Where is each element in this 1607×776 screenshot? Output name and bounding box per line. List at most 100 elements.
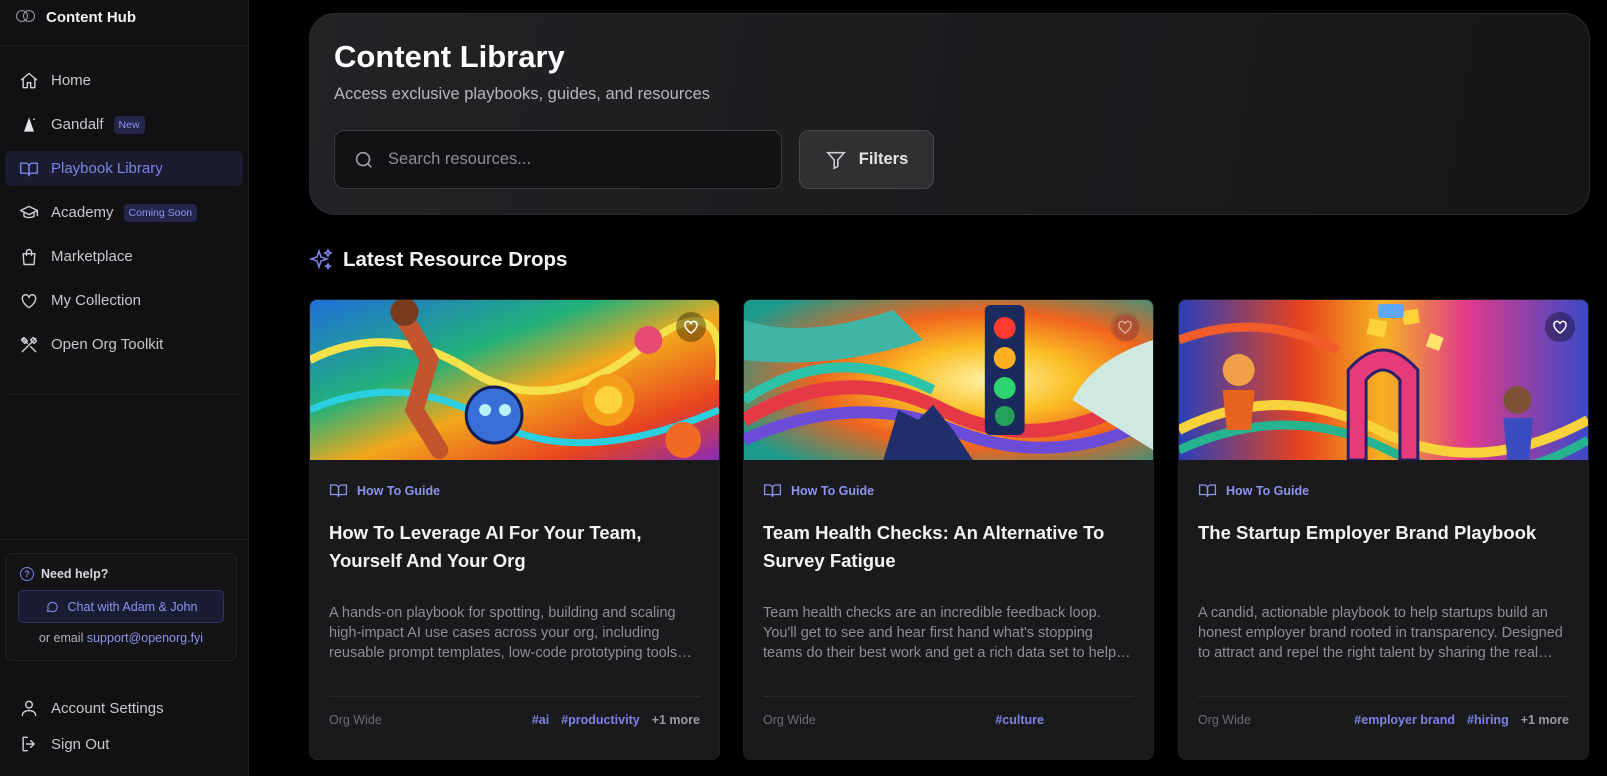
sidebar-item-label: Account Settings — [51, 699, 164, 717]
more-tags[interactable]: +1 more — [652, 713, 700, 727]
card-footer: Org Wide #ai #productivity +1 more — [329, 713, 700, 727]
resource-type: How To Guide — [329, 481, 719, 500]
sidebar-item-account-settings[interactable]: Account Settings — [5, 690, 237, 726]
divider — [329, 696, 700, 697]
support-email-link[interactable]: support@openorg.fyi — [87, 631, 203, 645]
heart-icon — [684, 320, 698, 334]
sidebar-item-academy[interactable]: Academy Coming Soon — [5, 195, 243, 230]
tag[interactable]: #employer brand — [1354, 713, 1455, 727]
favorite-button[interactable] — [1110, 312, 1140, 342]
book-open-icon — [763, 484, 782, 497]
tag[interactable]: #hiring — [1467, 713, 1509, 727]
heart-icon — [18, 290, 40, 312]
help-panel: ? Need help? Chat with Adam & John or em… — [5, 553, 237, 661]
question-icon: ? — [20, 567, 34, 581]
heart-icon — [1553, 320, 1567, 334]
search-input[interactable] — [388, 150, 758, 169]
shopping-bag-icon — [18, 246, 40, 268]
sidebar-item-label: Gandalf — [51, 116, 104, 133]
card-description: A hands-on playbook for spotting, buildi… — [329, 605, 678, 661]
chat-bubble-icon — [46, 601, 58, 612]
page-subtitle: Access exclusive playbooks, guides, and … — [334, 85, 711, 103]
filters-button[interactable]: Filters — [799, 130, 934, 189]
brand[interactable]: Content Hub — [0, 0, 248, 34]
search-box[interactable] — [334, 130, 782, 189]
filter-icon — [825, 151, 846, 170]
card-scope: Org Wide — [329, 713, 382, 727]
sidebar-item-label: Open Org Toolkit — [51, 336, 164, 353]
book-open-icon — [329, 484, 348, 497]
graduation-cap-icon — [18, 202, 40, 224]
sidebar-item-playbook-library[interactable]: Playbook Library — [5, 151, 243, 186]
card-illustration — [310, 300, 719, 460]
sidebar-item-label: Sign Out — [51, 735, 110, 753]
brand-name: Content Hub — [46, 8, 136, 26]
divider — [8, 394, 240, 395]
sidebar-bottom-nav: Account Settings Sign Out — [5, 690, 237, 762]
resource-type: How To Guide — [763, 481, 1153, 500]
logo-icon — [16, 10, 35, 24]
sidebar-item-label: Academy — [51, 204, 114, 221]
home-icon — [18, 70, 40, 92]
sidebar-item-label: Marketplace — [51, 248, 133, 265]
card-scope: Org Wide — [763, 713, 816, 727]
help-title: ? Need help? — [20, 567, 236, 581]
sidebar-nav: Home Gandalf New Playbook Library Academ… — [0, 46, 248, 362]
book-open-icon — [1198, 484, 1217, 497]
card-description: Team health checks are an incredible fee… — [763, 605, 1117, 661]
heart-icon — [1118, 320, 1132, 334]
card-illustration — [1179, 300, 1588, 460]
filters-label: Filters — [858, 150, 909, 168]
tag[interactable]: #productivity — [561, 713, 640, 727]
divider — [763, 696, 1134, 697]
resource-card[interactable]: How To Guide Team Health Checks: An Alte… — [743, 299, 1154, 760]
card-title[interactable]: How To Leverage AI For Your Team, Yourse… — [329, 519, 700, 575]
card-image — [1179, 300, 1588, 460]
sparkles-icon — [309, 248, 333, 271]
section-heading: Latest Resource Drops — [309, 248, 567, 272]
wizard-hat-icon — [18, 114, 40, 136]
page-title: Content Library — [334, 39, 565, 74]
favorite-button[interactable] — [676, 312, 706, 342]
sign-out-icon — [18, 733, 40, 755]
email-line: or email support@openorg.fyi — [38, 631, 204, 645]
card-scope: Org Wide — [1198, 713, 1251, 727]
chat-button[interactable]: Chat with Adam & John — [18, 590, 224, 623]
coming-soon-badge: Coming Soon — [123, 203, 198, 222]
resource-card[interactable]: How To Guide How To Leverage AI For Your… — [309, 299, 720, 760]
sidebar: Content Hub Home Gandalf New Playbook Li… — [0, 0, 249, 776]
new-badge: New — [113, 115, 145, 134]
card-illustration — [744, 300, 1153, 460]
resource-type: How To Guide — [1198, 481, 1588, 500]
tag[interactable]: #culture — [995, 713, 1044, 727]
sidebar-item-open-org-toolkit[interactable]: Open Org Toolkit — [5, 327, 243, 362]
resource-card[interactable]: How To Guide The Startup Employer Brand … — [1178, 299, 1589, 760]
sidebar-item-my-collection[interactable]: My Collection — [5, 283, 243, 318]
book-open-icon — [18, 158, 40, 180]
chat-button-label: Chat with Adam & John — [67, 599, 198, 614]
more-tags[interactable]: +1 more — [1521, 713, 1569, 727]
card-title[interactable]: The Startup Employer Brand Playbook — [1198, 519, 1569, 575]
favorite-button[interactable] — [1545, 312, 1575, 342]
divider — [0, 539, 248, 540]
tag[interactable]: #ai — [532, 713, 549, 727]
tools-icon — [18, 334, 40, 356]
sidebar-item-sign-out[interactable]: Sign Out — [5, 726, 237, 762]
card-image — [744, 300, 1153, 460]
section-title: Latest Resource Drops — [343, 248, 568, 271]
search-icon — [355, 151, 372, 168]
card-title[interactable]: Team Health Checks: An Alternative To Su… — [763, 519, 1134, 575]
sidebar-item-label: Playbook Library — [51, 160, 163, 177]
card-image — [310, 300, 719, 460]
card-footer: Org Wide #employer brand #hiring +1 more — [1198, 713, 1569, 727]
sidebar-item-gandalf[interactable]: Gandalf New — [5, 107, 243, 142]
divider — [1198, 696, 1569, 697]
hero-panel: Content Library Access exclusive playboo… — [309, 13, 1590, 215]
sidebar-item-marketplace[interactable]: Marketplace — [5, 239, 243, 274]
card-description: A candid, actionable playbook to help st… — [1198, 605, 1563, 661]
sidebar-item-label: My Collection — [51, 292, 142, 309]
card-footer: Org Wide #culture — [763, 713, 1134, 727]
sidebar-item-label: Home — [51, 72, 92, 89]
sidebar-item-home[interactable]: Home — [5, 63, 243, 98]
user-icon — [18, 697, 40, 719]
